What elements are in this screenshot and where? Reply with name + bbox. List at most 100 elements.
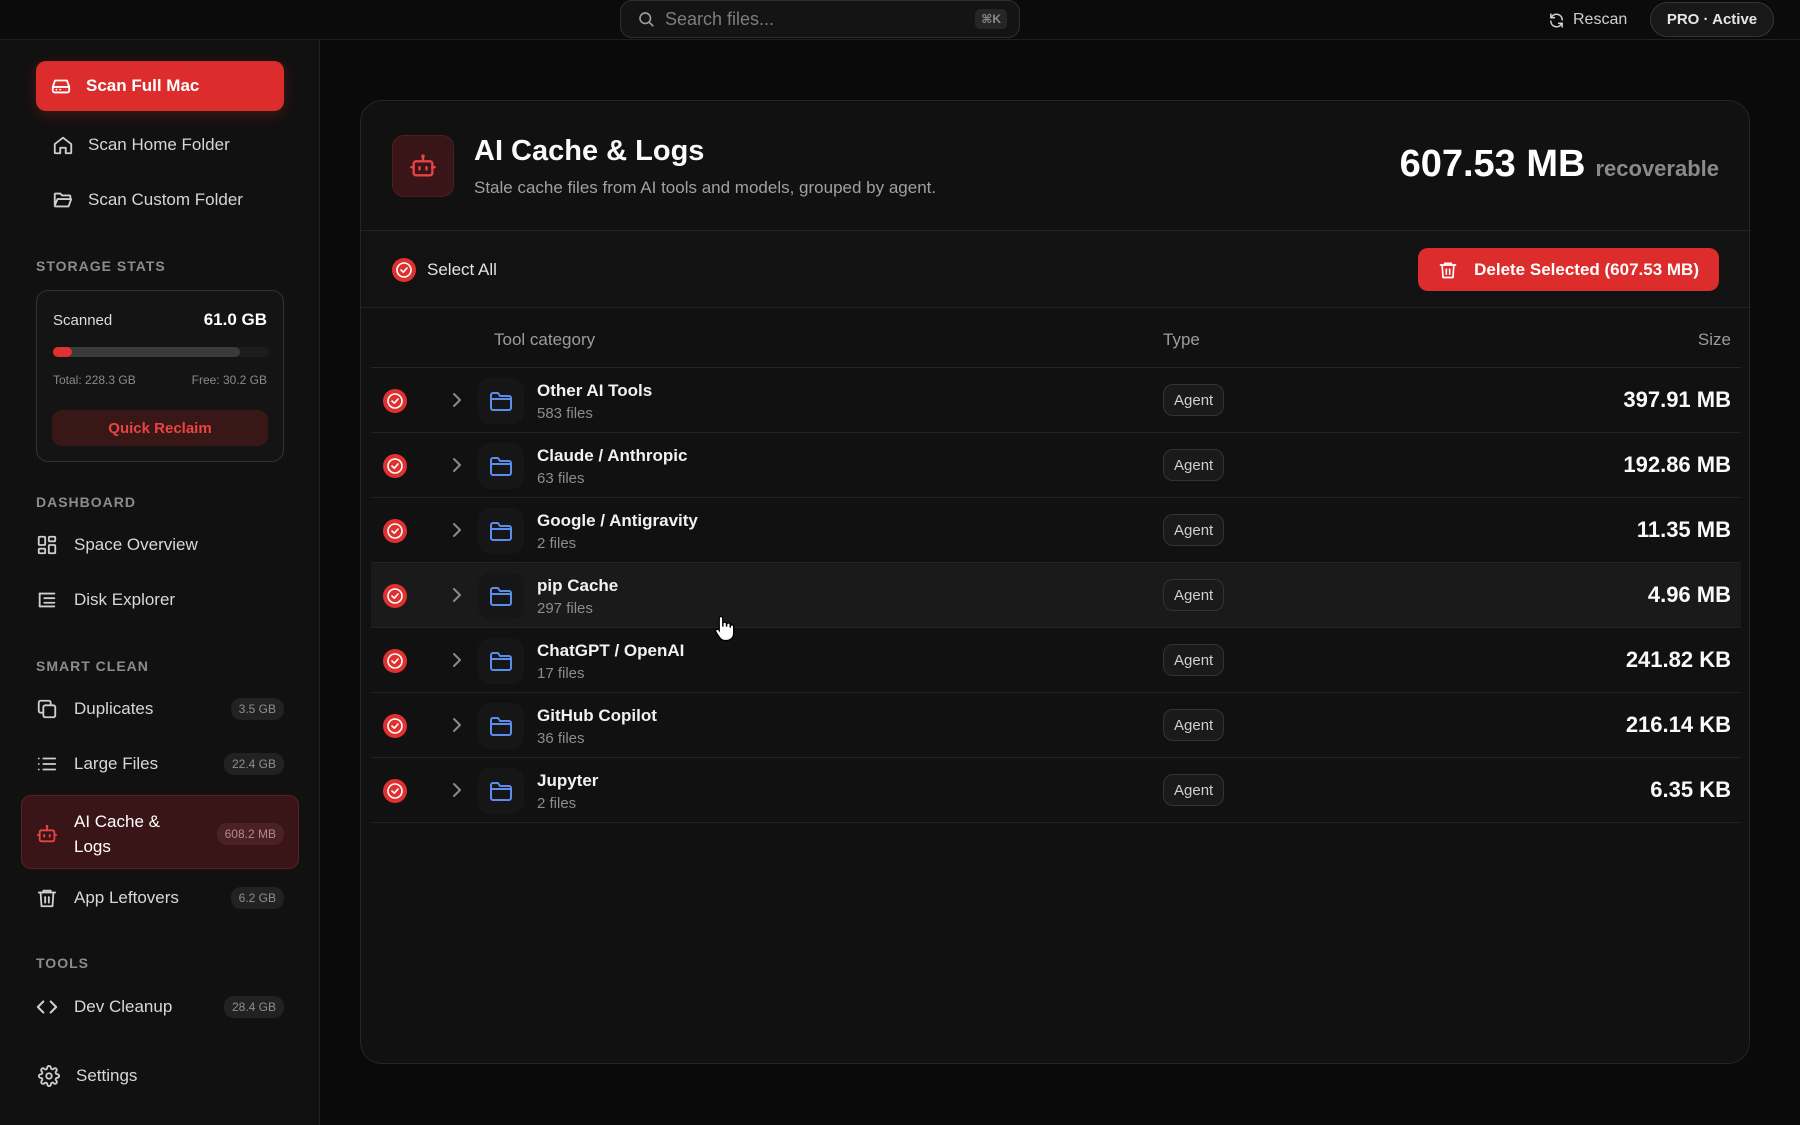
- nav-ai-cache-logs-content[interactable]: AI Cache & Logs 608.2 MB: [36, 809, 284, 859]
- gear-icon: [38, 1065, 60, 1087]
- nav-label: App Leftovers: [74, 888, 179, 907]
- select-all-checkbox[interactable]: Select All: [391, 257, 497, 283]
- check-circle-icon[interactable]: [382, 778, 408, 804]
- row-size: 4.96 MB: [1647, 582, 1731, 607]
- table-header: Tool category Type Size: [371, 308, 1741, 368]
- recoverable-size: 607.53 MB: [1399, 143, 1586, 185]
- table-row[interactable]: Google / Antigravity 2 files Agent 11.35…: [371, 498, 1741, 563]
- nav-app-leftovers[interactable]: App Leftovers 6.2 GB: [36, 887, 284, 909]
- type-badge: Agent: [1163, 774, 1225, 806]
- robot-icon: [36, 823, 58, 845]
- folder-icon: [478, 378, 524, 424]
- row-size: 6.35 KB: [1650, 777, 1731, 802]
- type-badge: Agent: [1163, 579, 1225, 611]
- scan-custom-folder-button[interactable]: Scan Custom Folder: [52, 189, 243, 211]
- storage-usage-bar: [53, 347, 269, 357]
- quick-reclaim-button[interactable]: Quick Reclaim: [52, 410, 268, 446]
- nav-space-overview[interactable]: Space Overview: [36, 534, 284, 556]
- check-circle-icon[interactable]: [382, 388, 408, 414]
- row-size: 397.91 MB: [1623, 387, 1731, 412]
- table-row[interactable]: pip Cache 297 files Agent 4.96 MB: [371, 563, 1741, 628]
- grid-icon: [36, 534, 58, 556]
- search-input[interactable]: Search files... ⌘K: [620, 0, 1020, 38]
- scan-full-mac-button[interactable]: Scan Full Mac: [36, 61, 284, 111]
- chevron-right-icon[interactable]: [448, 585, 466, 605]
- chevron-right-icon[interactable]: [448, 390, 466, 410]
- storage-stats-heading: STORAGE STATS: [36, 258, 166, 274]
- top-bar: Search files... ⌘K Rescan PRO · Active: [0, 0, 1800, 40]
- scanned-space-fill: [53, 347, 73, 357]
- delete-label: Delete Selected (607.53 MB): [1474, 259, 1699, 279]
- search-icon: [637, 10, 655, 28]
- shortcut-hint: ⌘K: [975, 9, 1007, 29]
- nav-dev-cleanup[interactable]: Dev Cleanup 28.4 GB: [36, 996, 284, 1018]
- column-header-type[interactable]: Type: [1163, 330, 1200, 350]
- table-row[interactable]: Other AI Tools 583 files Agent 397.91 MB: [371, 368, 1741, 433]
- type-badge: Agent: [1163, 514, 1225, 546]
- rescan-label: Rescan: [1573, 11, 1628, 28]
- check-circle-icon: [391, 257, 417, 283]
- list-icon: [36, 753, 58, 775]
- type-badge: Agent: [1163, 709, 1225, 741]
- row-name: GitHub Copilot: [537, 706, 657, 725]
- drive-icon: [50, 75, 72, 97]
- row-name: Jupyter: [537, 771, 599, 790]
- scan-home-folder-button[interactable]: Scan Home Folder: [52, 134, 230, 156]
- page-title: AI Cache & Logs: [474, 135, 705, 167]
- check-circle-icon[interactable]: [382, 453, 408, 479]
- table-row[interactable]: Jupyter 2 files Agent 6.35 KB: [371, 758, 1741, 823]
- chevron-right-icon[interactable]: [448, 520, 466, 540]
- table-row[interactable]: Claude / Anthropic 63 files Agent 192.86…: [371, 433, 1741, 498]
- nav-settings[interactable]: Settings: [38, 1065, 286, 1087]
- folder-icon: [478, 443, 524, 489]
- chevron-right-icon[interactable]: [448, 650, 466, 670]
- tree-list-icon: [36, 589, 58, 611]
- folder-open-icon: [52, 189, 74, 211]
- folder-icon: [478, 508, 524, 554]
- check-circle-icon[interactable]: [382, 713, 408, 739]
- nav-disk-explorer[interactable]: Disk Explorer: [36, 589, 284, 611]
- check-circle-icon[interactable]: [382, 518, 408, 544]
- rescan-button[interactable]: Rescan: [1548, 8, 1627, 32]
- row-name: Google / Antigravity: [537, 511, 698, 530]
- nav-label: Disk Explorer: [74, 590, 176, 609]
- row-file-count: 2 files: [537, 535, 577, 552]
- folder-icon: [478, 703, 524, 749]
- row-name: Claude / Anthropic: [537, 446, 688, 465]
- row-file-count: 297 files: [537, 600, 593, 617]
- column-header-category[interactable]: Tool category: [494, 330, 595, 350]
- plan-badge[interactable]: PRO · Active: [1650, 2, 1774, 37]
- size-badge: 28.4 GB: [223, 996, 284, 1018]
- nav-duplicates[interactable]: Duplicates 3.5 GB: [36, 698, 284, 720]
- nav-label: AI Cache & Logs: [74, 812, 160, 856]
- copy-icon: [36, 698, 58, 720]
- ai-cache-panel: AI Cache & Logs Stale cache files from A…: [360, 100, 1750, 1064]
- chevron-right-icon[interactable]: [448, 715, 466, 735]
- nav-label: Space Overview: [74, 535, 198, 554]
- robot-icon: [392, 135, 454, 197]
- nav-label: Duplicates: [74, 699, 154, 718]
- row-size: 192.86 MB: [1623, 452, 1731, 477]
- size-badge: 3.5 GB: [230, 698, 284, 720]
- folder-icon: [478, 768, 524, 814]
- chevron-right-icon[interactable]: [448, 455, 466, 475]
- nav-large-files[interactable]: Large Files 22.4 GB: [36, 753, 284, 775]
- delete-selected-button[interactable]: Delete Selected (607.53 MB): [1418, 248, 1719, 291]
- hand-cursor-icon: [714, 614, 736, 642]
- search-placeholder: Search files...: [665, 8, 775, 29]
- chevron-right-icon[interactable]: [448, 780, 466, 800]
- sidebar: Scan Full Mac Scan Home Folder Scan Cust…: [0, 40, 320, 1125]
- table-row[interactable]: GitHub Copilot 36 files Agent 216.14 KB: [371, 693, 1741, 758]
- row-file-count: 2 files: [537, 795, 577, 812]
- storage-stats-card: Scanned 61.0 GB Total: 228.3 GB Free: 30…: [36, 290, 284, 462]
- dashboard-heading: DASHBOARD: [36, 494, 136, 510]
- check-circle-icon[interactable]: [382, 583, 408, 609]
- total-storage: Total: 228.3 GB: [53, 373, 136, 387]
- check-circle-icon[interactable]: [382, 648, 408, 674]
- table-row[interactable]: ChatGPT / OpenAI 17 files Agent 241.82 K…: [371, 628, 1741, 693]
- row-file-count: 17 files: [537, 665, 585, 682]
- column-header-size[interactable]: Size: [1698, 330, 1731, 350]
- row-name: Other AI Tools: [537, 381, 653, 400]
- page-subtitle: Stale cache files from AI tools and mode…: [474, 178, 937, 197]
- row-file-count: 36 files: [537, 730, 585, 747]
